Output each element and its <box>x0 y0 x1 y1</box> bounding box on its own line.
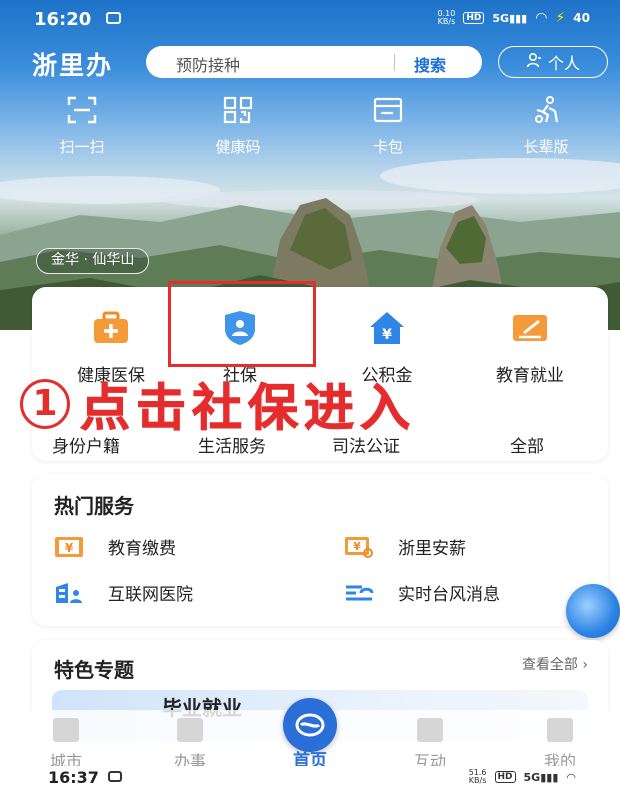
hospital-icon <box>56 582 82 603</box>
highlight-box <box>168 281 316 367</box>
bottom-navigation: 城市 办事 首页 互动 我的 <box>0 698 620 772</box>
salary-icon: ¥ <box>345 536 373 558</box>
profile-icon <box>547 718 573 742</box>
nav-city[interactable]: 城市 <box>26 718 106 772</box>
education-icon <box>513 315 547 341</box>
location-chip: 金华 · 仙华山 <box>36 248 150 274</box>
bottom-status-time: 16:37 <box>48 768 99 787</box>
card-wallet-icon <box>373 97 403 123</box>
search-input[interactable]: 预防接种 <box>176 52 240 76</box>
svg-text:¥: ¥ <box>382 327 392 343</box>
wifi-icon: ◠ <box>566 770 576 784</box>
hd-voice-icon: HD <box>463 12 485 24</box>
cellular-signal-icon: 5G▮▮▮ <box>523 770 559 784</box>
hot-item-internet-hospital[interactable]: 互联网医院 <box>54 580 193 605</box>
featured-title: 特色专题 <box>54 658 134 682</box>
battery-level: 40 <box>573 11 590 25</box>
housing-fund-icon: ¥ <box>370 312 404 344</box>
interaction-icon <box>417 718 443 742</box>
app-title: 浙里办 <box>32 51 114 80</box>
search-bar[interactable]: 预防接种 搜索 <box>146 46 482 78</box>
nav-interaction[interactable]: 互动 <box>390 718 470 772</box>
quick-action-scan[interactable]: 扫一扫 <box>32 96 132 157</box>
tuition-payment-icon: ¥ <box>55 536 83 557</box>
quick-action-health-code[interactable]: 健康码 <box>188 96 288 157</box>
instruction-annotation: 1 点击社保进入 <box>20 374 610 438</box>
medical-kit-icon <box>94 311 128 343</box>
network-speed: 51.6 KB/s <box>468 768 487 785</box>
hot-services-title: 热门服务 <box>54 494 134 518</box>
status-bar: 16:20 0.10 KB/s HD 5G▮▮▮ ◠ ⚡ 40 <box>0 0 620 38</box>
nav-services[interactable]: 办事 <box>150 718 230 772</box>
svg-text:¥: ¥ <box>353 540 361 553</box>
bottom-status-indicators: 51.6 KB/s HD 5G▮▮▮ ◠ <box>469 769 576 785</box>
service-all[interactable]: 全部 <box>510 432 544 457</box>
city-icon <box>53 718 79 742</box>
typhoon-news-icon <box>346 585 374 600</box>
bottom-status-bar: 16:37 51.6 KB/s HD 5G▮▮▮ ◠ <box>0 766 620 793</box>
quick-action-elderly-mode[interactable]: 长辈版 <box>496 96 596 157</box>
cellular-signal-icon: 5G▮▮▮ <box>492 11 528 25</box>
search-button[interactable]: 搜索 <box>414 52 446 76</box>
search-divider <box>394 54 395 71</box>
step-number: 1 <box>20 379 70 429</box>
personal-button[interactable]: 个人 <box>498 46 608 78</box>
message-notification-icon <box>108 771 122 782</box>
hot-services-card: 热门服务 ¥ 教育缴费 ¥ 浙里安薪 互联网医院 实时台风消息 <box>32 474 608 626</box>
floating-assistant-button[interactable] <box>566 584 620 638</box>
hot-item-typhoon-news[interactable]: 实时台风消息 <box>344 580 500 605</box>
personal-button-label: 个人 <box>547 54 580 73</box>
status-indicators: 0.10 KB/s HD 5G▮▮▮ ◠ ⚡ 40 <box>437 9 590 27</box>
home-icon[interactable] <box>283 698 337 752</box>
elderly-mode-icon <box>535 96 559 123</box>
status-time: 16:20 <box>34 9 92 30</box>
nav-mine[interactable]: 我的 <box>520 718 600 772</box>
charging-icon: ⚡ <box>555 10 566 26</box>
wifi-icon: ◠ <box>535 10 548 26</box>
instruction-text: 点击社保进入 <box>80 379 416 438</box>
hd-voice-icon: HD <box>494 771 516 783</box>
quick-action-card-wallet[interactable]: 卡包 <box>338 96 438 157</box>
person-icon <box>526 52 542 72</box>
services-icon <box>177 718 203 742</box>
see-all-link[interactable]: 查看全部 › <box>522 654 588 674</box>
top-bar: 浙里办 预防接种 搜索 个人 <box>0 42 620 82</box>
hot-item-salary[interactable]: ¥ 浙里安薪 <box>344 534 466 559</box>
quick-actions: 扫一扫 健康码 卡包 长辈版 <box>0 96 620 166</box>
svg-text:¥: ¥ <box>65 541 74 555</box>
qr-code-icon <box>223 96 253 124</box>
scan-icon <box>67 96 97 124</box>
message-notification-icon <box>106 12 121 24</box>
network-speed: 0.10 KB/s <box>437 9 456 26</box>
hot-item-tuition[interactable]: ¥ 教育缴费 <box>54 534 176 559</box>
